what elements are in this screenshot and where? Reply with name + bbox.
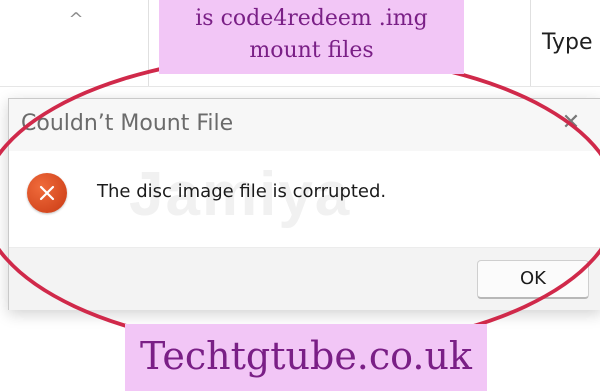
caption-bottom: Techtgtube.co.uk	[125, 324, 487, 391]
annotation-circle	[0, 52, 600, 352]
caption-top-line-2: mount files	[249, 38, 374, 63]
caption-top: is code4redeem .img mount files	[159, 0, 464, 74]
site-caption: Techtgtube.co.uk	[140, 334, 472, 378]
column-header-type[interactable]: Type	[542, 30, 593, 55]
caption-top-line-1: is code4redeem .img	[195, 6, 428, 31]
chevron-up-icon[interactable]: ^	[66, 10, 86, 30]
column-divider[interactable]	[530, 0, 531, 86]
